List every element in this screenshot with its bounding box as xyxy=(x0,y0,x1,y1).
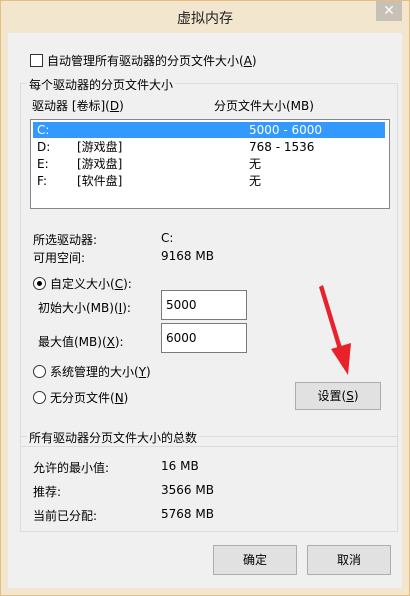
drive-list[interactable]: C: 5000 - 6000 D: [游戏盘] 768 - 1536 E: [游… xyxy=(30,119,390,209)
close-icon: ✕ xyxy=(383,3,395,19)
drive-letter: C: xyxy=(37,123,50,137)
drive-letter: E: xyxy=(37,157,49,171)
system-managed-label[interactable]: 系统管理的大小(Y) xyxy=(50,363,151,380)
drive-row-c[interactable]: C: 5000 - 6000 xyxy=(33,122,385,138)
no-paging-file-label[interactable]: 无分页文件(N) xyxy=(50,389,128,406)
column-header-size: 分页文件大小(MB) xyxy=(214,99,314,113)
drive-size: 无 xyxy=(249,157,262,171)
auto-manage-checkbox[interactable] xyxy=(30,54,43,67)
auto-manage-label[interactable]: 自动管理所有驱动器的分页文件大小(A) xyxy=(47,52,257,69)
drive-size: 无 xyxy=(249,174,262,188)
selected-drive-value: C: xyxy=(161,231,174,245)
recommended-value: 3566 MB xyxy=(161,483,214,497)
drive-letter: D: xyxy=(37,140,51,154)
cancel-button[interactable]: 取消 xyxy=(307,545,391,575)
min-allowed-value: 16 MB xyxy=(161,459,199,473)
drive-row-d[interactable]: D: [游戏盘] 768 - 1536 xyxy=(33,139,385,155)
initial-size-label: 初始大小(MB)(I): xyxy=(38,301,131,315)
drive-label: [游戏盘] xyxy=(77,157,123,171)
drive-label: [游戏盘] xyxy=(77,140,123,154)
set-button[interactable]: 设置(S) xyxy=(295,382,381,410)
drive-label: [软件盘] xyxy=(77,174,123,188)
drive-row-f[interactable]: F: [软件盘] 无 xyxy=(33,173,385,189)
arrow-head xyxy=(331,343,351,375)
drive-size: 5000 - 6000 xyxy=(249,123,323,137)
custom-size-label[interactable]: 自定义大小(C): xyxy=(50,275,132,292)
ok-button[interactable]: 确定 xyxy=(213,545,297,575)
red-arrow-icon xyxy=(319,285,351,375)
custom-size-radio[interactable] xyxy=(33,277,46,290)
selected-drive-label: 所选驱动器: xyxy=(33,233,98,247)
max-size-input[interactable] xyxy=(161,323,247,353)
close-button[interactable]: ✕ xyxy=(376,1,402,21)
title-bar[interactable]: 虚拟内存 ✕ xyxy=(1,1,409,33)
min-allowed-label: 允许的最小值: xyxy=(33,461,110,475)
arrow-shaft xyxy=(319,285,343,353)
column-header-drive: 驱动器 [卷标](D) xyxy=(32,99,124,113)
currently-allocated-value: 5768 MB xyxy=(161,507,214,521)
drive-size: 768 - 1536 xyxy=(249,140,315,154)
virtual-memory-dialog: 虚拟内存 ✕ 自动管理所有驱动器的分页文件大小(A) 每个驱动器的分页文件大小 … xyxy=(0,0,410,596)
max-size-label: 最大值(MB)(X): xyxy=(38,335,124,349)
free-space-value: 9168 MB xyxy=(161,249,214,263)
initial-size-input[interactable] xyxy=(161,290,247,320)
drive-letter: F: xyxy=(37,174,48,188)
system-managed-radio[interactable] xyxy=(33,365,46,378)
window-title: 虚拟内存 xyxy=(177,11,233,27)
free-space-label: 可用空间: xyxy=(33,251,86,265)
drives-group-title: 每个驱动器的分页文件大小 xyxy=(27,76,176,93)
no-paging-file-radio[interactable] xyxy=(33,391,46,404)
totals-group-title: 所有驱动器分页文件大小的总数 xyxy=(27,429,200,446)
drive-row-e[interactable]: E: [游戏盘] 无 xyxy=(33,156,385,172)
recommended-label: 推荐: xyxy=(33,485,62,499)
currently-allocated-label: 当前已分配: xyxy=(33,509,98,523)
